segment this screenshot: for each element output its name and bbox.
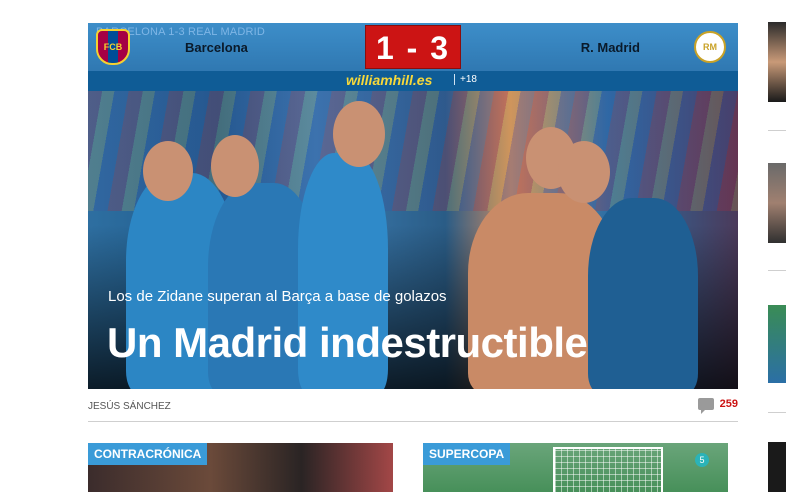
goal-net-image <box>553 447 663 492</box>
player-figure <box>588 198 698 389</box>
comment-icon <box>697 398 714 414</box>
real-madrid-crest-icon: RM <box>694 31 726 63</box>
sponsor-logo[interactable]: williamhill.es <box>346 72 432 88</box>
player-head <box>333 101 385 167</box>
player-head <box>211 135 259 197</box>
card-tag[interactable]: CONTRACRÓNICA <box>88 443 208 465</box>
barcelona-crest-icon: FCB <box>96 29 130 65</box>
divider <box>88 421 738 422</box>
home-team-name: Barcelona <box>185 40 248 55</box>
story-card-supercopa[interactable]: SUPERCOPA 5 <box>423 443 728 492</box>
article-author[interactable]: JESÚS SÁNCHEZ <box>88 401 171 412</box>
away-crest-text: RM <box>703 42 717 52</box>
divider <box>768 412 786 413</box>
main-story[interactable]: BARCELONA 1-3 REAL MADRID FCB Barcelona … <box>88 23 738 389</box>
story-card-contracronica[interactable]: CONTRACRÓNICA <box>88 443 393 492</box>
page: BARCELONA 1-3 REAL MADRID FCB Barcelona … <box>0 0 786 492</box>
sidebar-thumbnail[interactable] <box>768 305 786 383</box>
card-tag[interactable]: SUPERCOPA <box>423 443 511 465</box>
sidebar-thumbnail[interactable] <box>768 163 786 243</box>
player-head <box>143 141 193 201</box>
sidebar-thumbnail[interactable] <box>768 442 786 492</box>
comments-link[interactable]: 259 <box>697 398 738 414</box>
away-team-name: R. Madrid <box>580 40 640 55</box>
sponsor-bar[interactable]: williamhill.es +18 <box>88 71 738 91</box>
age-notice: +18 <box>454 74 477 85</box>
divider <box>768 130 786 131</box>
sidebar <box>768 0 786 492</box>
scoreboard[interactable]: BARCELONA 1-3 REAL MADRID FCB Barcelona … <box>88 23 738 91</box>
home-crest-text: FCB <box>103 42 123 52</box>
comment-count: 259 <box>719 398 738 410</box>
article-headline[interactable]: Un Madrid indestructible <box>107 319 588 367</box>
divider <box>768 270 786 271</box>
article-kicker[interactable]: Los de Zidane superan al Barça a base de… <box>108 288 447 305</box>
match-score: 1 - 3 <box>365 25 461 69</box>
player-head <box>558 141 610 203</box>
gallery-count-badge: 5 <box>695 453 709 467</box>
sidebar-thumbnail[interactable] <box>768 22 786 102</box>
